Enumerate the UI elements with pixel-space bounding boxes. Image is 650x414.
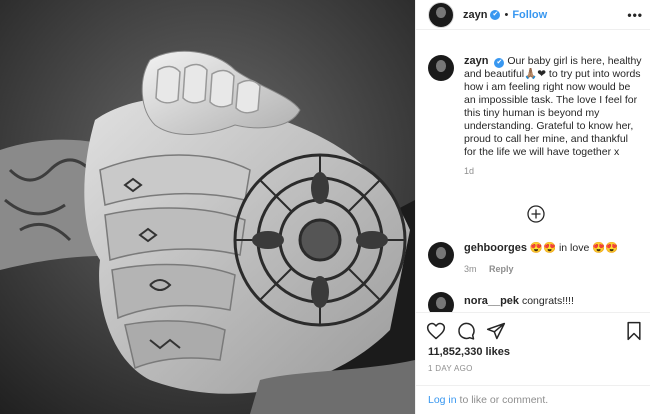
post-actions-area: 11,852,330 likes 1 DAY AGO Log in to lik…	[416, 312, 650, 414]
caption-time[interactable]: 1d	[464, 165, 643, 178]
action-bar	[426, 321, 506, 341]
caption-text: Our baby girl is here, healthy and beaut…	[464, 55, 642, 158]
login-prompt: Log in to like or comment.	[416, 385, 650, 414]
comment-item: gehboorges 😍😍 in love 😍😍 3m Reply	[428, 242, 643, 276]
caption-verified-badge-icon: ✔	[494, 58, 505, 68]
more-options-icon[interactable]: •••	[627, 8, 643, 22]
save-bookmark-icon[interactable]	[625, 321, 643, 341]
caption-avatar[interactable]	[428, 55, 454, 81]
comment-bubble-icon[interactable]	[456, 321, 476, 341]
author-username[interactable]: zayn	[463, 9, 487, 21]
comment-text: congrats!!!!	[521, 295, 574, 307]
login-prompt-text: to like or comment.	[456, 394, 549, 406]
caption-username[interactable]: zayn	[464, 55, 488, 67]
comment-time[interactable]: 3m	[464, 264, 477, 274]
photo-illustration	[0, 0, 415, 414]
commenter-username[interactable]: nora__pek	[464, 295, 519, 307]
header-separator: •	[504, 8, 509, 21]
commenter-username[interactable]: gehboorges	[464, 242, 527, 254]
login-link[interactable]: Log in	[428, 394, 457, 406]
post-side-panel: zayn ✔ • Follow ••• zayn ✔ Our baby girl…	[415, 0, 650, 414]
likes-count[interactable]: 11,852,330 likes	[428, 346, 510, 358]
post-date[interactable]: 1 DAY AGO	[428, 364, 473, 373]
comment-body: gehboorges 😍😍 in love 😍😍 3m Reply	[464, 242, 618, 276]
follow-button[interactable]: Follow	[512, 9, 547, 21]
reply-button[interactable]: Reply	[489, 264, 514, 274]
verified-badge-icon: ✔	[490, 9, 501, 20]
comment-meta: 3m Reply	[464, 263, 618, 276]
load-more-comments-icon[interactable]	[526, 204, 546, 224]
commenter-avatar[interactable]	[428, 242, 454, 268]
post-photo[interactable]	[0, 0, 415, 414]
post-caption: zayn ✔ Our baby girl is here, healthy an…	[428, 55, 643, 178]
share-paper-plane-icon[interactable]	[486, 321, 506, 341]
author-avatar[interactable]	[428, 1, 454, 28]
post-header: zayn ✔ • Follow •••	[416, 0, 650, 30]
comment-text: 😍😍 in love 😍😍	[529, 242, 619, 254]
like-heart-icon[interactable]	[426, 321, 446, 341]
caption-body: zayn ✔ Our baby girl is here, healthy an…	[464, 55, 643, 178]
